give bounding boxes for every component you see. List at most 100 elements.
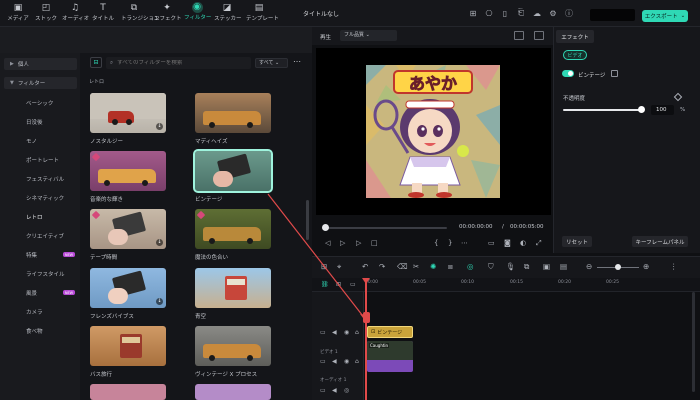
zoom-out-icon[interactable]: ⊖ (586, 262, 592, 271)
filter-card-vintage-x-process[interactable]: ヴィンテージ X プロセス (195, 326, 271, 378)
redo-icon[interactable]: ↷ (379, 262, 385, 271)
preview-scrubber[interactable] (322, 227, 447, 229)
cut-icon[interactable]: ✂ (413, 262, 419, 271)
eye-icon[interactable]: ◉ (344, 329, 349, 336)
speaker-icon[interactable]: ◀ (332, 387, 337, 394)
reset-button[interactable]: リセット (562, 236, 592, 247)
sidebar-item-personal[interactable]: ▶ 個人 (4, 58, 77, 70)
sidebar-item-basic[interactable]: ベーシック (4, 97, 77, 109)
lock-icon[interactable]: ⌂ (355, 358, 359, 365)
opacity-slider-handle[interactable] (638, 106, 645, 113)
mark-out-icon[interactable]: } (448, 239, 452, 247)
filter-thumbnail-partial[interactable] (195, 384, 271, 400)
video-chip[interactable]: ビデオ (563, 50, 587, 60)
sidebar-item-retro[interactable]: レトロ (4, 211, 77, 223)
filter-card-bus-trip[interactable]: バス旅行 (90, 326, 166, 378)
opacity-input[interactable]: 100 (651, 105, 674, 115)
filter-card-nostalgia[interactable]: ↓ ノスタルジー (90, 93, 166, 145)
filter-card-magic-tint[interactable]: 魔法の色合い (195, 209, 271, 261)
effect-checkbox[interactable] (611, 70, 618, 77)
delete-icon[interactable]: ⌫ (397, 262, 408, 271)
motion-icon[interactable]: ◎ (467, 262, 474, 271)
sidebar-item-camera[interactable]: カメラ (4, 306, 77, 318)
sidebar-item-cinematic[interactable]: シネマティック (4, 192, 77, 204)
keyframe-panel-button[interactable]: キーフレームパネル (632, 236, 688, 247)
quality-dropdown[interactable]: フル品質 ⌄ (340, 30, 397, 41)
download-icon[interactable]: ↓ (156, 123, 163, 130)
layers-icon[interactable]: ⧉ (524, 262, 529, 272)
zoom-in-icon[interactable]: ⊕ (643, 262, 649, 271)
tab-transition[interactable]: ⧉ トランジション (121, 2, 160, 22)
sidebar-item-festival[interactable]: フェスティバル (4, 173, 77, 185)
shield-icon[interactable]: ⛉ (488, 262, 494, 272)
export-button[interactable]: エクスポート ⌄ (642, 10, 688, 22)
opacity-slider-track[interactable] (563, 109, 641, 111)
cart-icon[interactable]: ⊞ (468, 8, 478, 18)
sidebar-item-filters[interactable]: ▼ フィルター (4, 77, 77, 89)
undo-icon[interactable]: ↶ (362, 262, 368, 271)
screen-icon[interactable]: ▣ (543, 262, 550, 271)
folder-icon[interactable]: ▭ (320, 329, 326, 336)
camera-icon[interactable]: ◙ (504, 239, 511, 247)
fullscreen-icon[interactable]: ⤢ (536, 239, 542, 248)
sidebar-item-portrait[interactable]: ポートレート (4, 154, 77, 166)
sidebar-item-lifestyle[interactable]: ライフスタイル (4, 268, 77, 280)
tab-title[interactable]: T タイトル (90, 2, 116, 22)
timeline-settings-icon[interactable]: ⋮ (670, 262, 678, 271)
save-icon[interactable]: ⎗ (516, 8, 526, 18)
sidebar-item-food[interactable]: 食べ物 (4, 325, 77, 337)
library-scrollbar[interactable] (306, 200, 309, 240)
sort-dropdown[interactable]: すべて ⌄ (255, 58, 288, 68)
filter-toggle-icon[interactable]: ⊟ (90, 57, 102, 68)
folder-icon[interactable]: ▭ (320, 358, 326, 365)
ai-icon[interactable]: ✺ (430, 262, 436, 271)
grid-icon[interactable] (514, 31, 524, 40)
playhead[interactable] (365, 279, 367, 400)
filter-card-tape-time[interactable]: ↓ テープ時間 (90, 209, 166, 261)
filter-card-vintage[interactable]: ビンテージ (193, 149, 273, 203)
mic-icon[interactable]: 🎙 (506, 262, 516, 271)
link-icon[interactable]: ⛓ (321, 281, 329, 288)
scrubber-handle[interactable] (322, 224, 329, 231)
sidebar-item-creative[interactable]: クリエイティブ (4, 230, 77, 242)
cloud-icon[interactable]: ☁ (532, 8, 542, 18)
display-icon[interactable]: ▭ (488, 239, 495, 247)
info-icon[interactable]: ⓘ (564, 8, 574, 18)
tab-template[interactable]: ▤ テンプレート (246, 2, 279, 22)
timeline-tracks[interactable] (364, 292, 692, 400)
document-icon[interactable]: ▯ (500, 8, 510, 18)
caption-icon[interactable]: ▤ (560, 262, 567, 271)
next-frame-icon[interactable]: ▷ (356, 239, 361, 247)
tab-audio[interactable]: ♫ オーディオ (62, 2, 89, 22)
sidebar-item-mono[interactable]: モノ (4, 135, 77, 147)
tab-effect[interactable]: ✦ エフェクト (154, 2, 182, 22)
crop-icon[interactable]: ⧈ (448, 262, 453, 272)
effect-clip[interactable]: ⊡ ビンテージ (367, 326, 413, 338)
mark-in-icon[interactable]: { (434, 239, 438, 247)
tab-effects[interactable]: エフェクト (556, 30, 594, 43)
speaker-icon[interactable]: ◀ (332, 329, 337, 336)
account-box[interactable] (590, 9, 635, 21)
sidebar-item-featured[interactable]: 特集 NEW (4, 249, 77, 261)
stop-icon[interactable]: □ (371, 239, 378, 247)
more-icon[interactable]: ⋯ (461, 239, 468, 247)
previous-frame-icon[interactable]: ◁ (325, 239, 330, 247)
headphone-icon[interactable]: ◎ (344, 387, 349, 394)
audio-icon[interactable]: ◐ (520, 239, 526, 247)
filter-card-muddy-haze[interactable]: マディヘイズ (195, 93, 271, 145)
settings-icon[interactable]: ⚙ (548, 8, 558, 18)
more-options-icon[interactable]: ⋯ (293, 57, 301, 66)
track-settings-icon[interactable]: ▭ (350, 281, 356, 288)
gift-icon[interactable]: ⎔ (484, 8, 494, 18)
grid-layout-icon[interactable]: ⊞ (321, 262, 327, 271)
effect-toggle[interactable] (562, 70, 574, 77)
add-track-icon[interactable]: ⊞ (336, 281, 341, 288)
pointer-icon[interactable]: ⌖ (337, 262, 341, 272)
lock-icon[interactable]: ⌂ (355, 329, 359, 336)
download-icon[interactable]: ↓ (156, 239, 163, 246)
filter-thumbnail-partial[interactable] (90, 384, 166, 400)
zoom-slider-handle[interactable] (615, 264, 621, 270)
filter-card-blue-sky[interactable]: 青空 (195, 268, 271, 320)
video-clip[interactable]: Caughtin (367, 341, 413, 372)
download-icon[interactable]: ↓ (156, 298, 163, 305)
